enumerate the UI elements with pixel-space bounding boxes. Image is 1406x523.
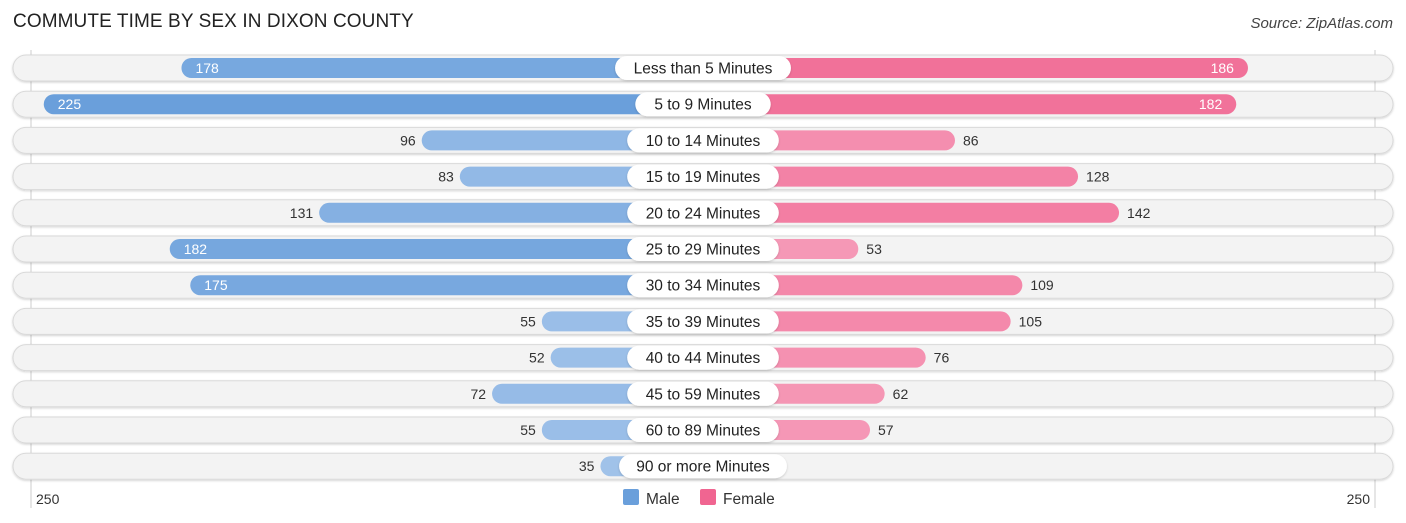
category-label: 60 to 89 Minutes [646, 423, 761, 440]
chart-row: 55 105 35 to 39 Minutes [12, 307, 1394, 335]
chart-row: 178 186 Less than 5 Minutes [12, 54, 1394, 82]
male-value-label: 55 [520, 422, 536, 438]
male-value-label: 52 [529, 350, 545, 366]
female-value-label: 76 [934, 350, 950, 366]
category-label: Less than 5 Minutes [634, 61, 773, 78]
male-bar[interactable] [43, 94, 715, 115]
chart-row: 351390 or more Minutes [12, 452, 1394, 480]
female-value-label: 182 [1199, 96, 1223, 112]
male-value-label: 55 [520, 313, 536, 329]
male-value-label: 131 [290, 205, 314, 221]
chart-row: 72 62 45 to 59 Minutes [12, 380, 1394, 408]
chart-row: 175 109 30 to 34 Minutes [12, 271, 1394, 299]
female-bar[interactable] [691, 94, 1237, 115]
category-label: 10 to 14 Minutes [646, 133, 761, 150]
category-label: 15 to 19 Minutes [646, 169, 761, 186]
category-label: 45 to 59 Minutes [646, 386, 761, 403]
female-value-label: 86 [963, 132, 979, 148]
female-value-label: 109 [1030, 277, 1054, 293]
male-value-label: 72 [470, 386, 486, 402]
axis-left-label: 250 [36, 491, 60, 507]
chart-row: 83 128 15 to 19 Minutes [12, 163, 1394, 191]
chart-row: 96 86 10 to 14 Minutes [12, 126, 1394, 154]
female-value-label: 53 [866, 241, 882, 257]
legend-female-label: Female [723, 491, 775, 508]
male-value-label: 35 [579, 458, 595, 474]
male-value-label: 175 [204, 277, 228, 293]
category-label: 20 to 24 Minutes [646, 205, 761, 222]
female-value-label: 186 [1211, 60, 1235, 76]
female-value-label: 142 [1127, 205, 1151, 221]
chart-row: 131 142 20 to 24 Minutes [12, 199, 1394, 227]
diverging-bar-chart: 178 186 Less than 5 Minutes 225 182 5 to 9 Mi… [12, 50, 1394, 508]
chart-row: 55 57 60 to 89 Minutes [12, 416, 1394, 444]
male-value-label: 182 [184, 241, 208, 257]
legend: Male Female [623, 489, 775, 508]
male-value-label: 96 [400, 132, 416, 148]
male-value-label: 83 [438, 169, 454, 185]
category-label: 30 to 34 Minutes [646, 278, 761, 295]
legend-male-swatch [623, 489, 639, 505]
male-value-label: 178 [195, 60, 219, 76]
category-label: 40 to 44 Minutes [646, 350, 761, 367]
axis-right-label: 250 [1347, 491, 1371, 507]
legend-male-label: Male [646, 491, 680, 508]
category-label: 35 to 39 Minutes [646, 314, 761, 331]
female-value-label: 57 [878, 422, 894, 438]
legend-female-swatch [700, 489, 716, 505]
chart-row: 52 76 40 to 44 Minutes [12, 344, 1394, 372]
female-value-label: 62 [893, 386, 909, 402]
female-value-label: 105 [1019, 313, 1043, 329]
male-value-label: 225 [58, 96, 82, 112]
category-label: 90 or more Minutes [636, 459, 770, 476]
category-label: 5 to 9 Minutes [654, 97, 752, 114]
female-value-label: 128 [1086, 169, 1110, 185]
category-label: 25 to 29 Minutes [646, 242, 761, 259]
chart-row: 182 53 25 to 29 Minutes [12, 235, 1394, 263]
chart-row: 225 182 5 to 9 Minutes [12, 90, 1394, 118]
